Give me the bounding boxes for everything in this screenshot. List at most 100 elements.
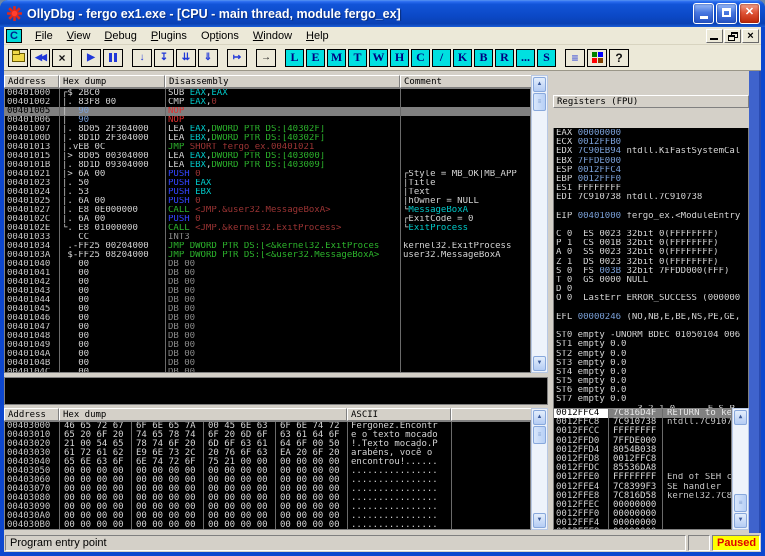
register-line[interactable] xyxy=(554,221,748,230)
disasm-instruction-cell[interactable]: DB 00 xyxy=(166,278,401,287)
mdi-restore-button[interactable] xyxy=(724,28,741,43)
disasm-row[interactable]: 00401048 00 DB 00 xyxy=(5,332,530,341)
disasm-hex-cell[interactable]: │. 53 xyxy=(60,188,166,197)
disasm-instruction-cell[interactable]: PUSH EAX xyxy=(166,179,401,188)
disasm-comment-cell[interactable]: │hOwner = NULL xyxy=(401,197,530,206)
disasm-comment-cell[interactable] xyxy=(401,161,530,170)
run-button[interactable]: ▶ xyxy=(81,48,101,67)
stack-comment-cell[interactable]: SE handler xyxy=(662,482,731,492)
disasm-instruction-cell[interactable]: LEA EBX,DWORD PTR DS:[403009] xyxy=(166,161,401,170)
stack-comment-cell[interactable] xyxy=(662,510,731,520)
disasm-address-cell[interactable]: 00401041 xyxy=(5,269,60,278)
disasm-hex-cell[interactable]: │> 8D05 00304000 xyxy=(60,152,166,161)
view-cpu-button[interactable]: C xyxy=(411,48,430,67)
disasm-instruction-cell[interactable]: JMP DWORD PTR DS:[<&user32.MessageBoxA> xyxy=(166,251,401,260)
disasm-instruction-cell[interactable]: DB 00 xyxy=(166,359,401,368)
dump-col-ascii[interactable]: ASCII xyxy=(347,408,451,421)
disasm-row[interactable]: 00401007 │. 8D05 2F304000 LEA EAX,DWORD PT… xyxy=(5,125,530,134)
disasm-address-cell[interactable]: 00401021 xyxy=(5,170,60,179)
disasm-row[interactable]: 00401002 │. 83F8 00 CMP EAX,0 xyxy=(5,98,530,107)
dump-hex-group[interactable]: 00 00 00 00 xyxy=(204,521,276,529)
disasm-address-cell[interactable]: 00401033 xyxy=(5,233,60,242)
disasm-hex-cell[interactable]: 00 xyxy=(60,314,166,323)
disasm-instruction-cell[interactable]: JMP SHORT fergo_ex.00401021 xyxy=(166,143,401,152)
disasm-row[interactable]: 00401023 │. 50 PUSH EAX │Title xyxy=(5,179,530,188)
disassembly-scrollbar[interactable]: ▲ ≡ ▼ xyxy=(531,75,548,373)
stack-scrollbar[interactable]: ▲ ≡ ▼ xyxy=(732,408,749,530)
disasm-hex-cell[interactable]: │ 90 xyxy=(60,116,166,125)
stack-body[interactable]: 0012FFC4 7C816D4F RETURN to ke 0012FFC8 7C91… xyxy=(553,408,732,530)
disasm-hex-cell[interactable]: │. 8D1D 2F304000 xyxy=(60,134,166,143)
menu-window[interactable]: Window xyxy=(246,28,299,44)
disasm-instruction-cell[interactable]: CALL <JMP.&kernel32.ExitProcess> xyxy=(166,224,401,233)
scroll-up-icon[interactable]: ▲ xyxy=(734,410,747,425)
disasm-hex-cell[interactable]: $-FF25 08204000 xyxy=(60,251,166,260)
mdi-minimize-button[interactable] xyxy=(706,28,723,43)
disasm-address-cell[interactable]: 00401045 xyxy=(5,305,60,314)
disasm-hex-cell[interactable]: 00 xyxy=(60,350,166,359)
disasm-comment-cell[interactable] xyxy=(401,107,530,116)
stack-comment-cell[interactable] xyxy=(662,500,731,511)
disasm-address-cell[interactable]: 0040103A xyxy=(5,251,60,260)
disasm-address-cell[interactable]: 00401005 xyxy=(5,107,60,116)
stack-address-cell[interactable]: 0012FFF8 xyxy=(554,528,608,529)
minimize-button[interactable] xyxy=(693,3,714,24)
disasm-comment-cell[interactable] xyxy=(401,98,530,107)
disasm-hex-cell[interactable]: │. 83F8 00 xyxy=(60,98,166,107)
register-line[interactable]: ECX 0012FFB0 xyxy=(554,138,748,147)
disasm-instruction-cell[interactable]: CALL <JMP.&user32.MessageBoxA> xyxy=(166,206,401,215)
view-breakpoints-button[interactable]: B xyxy=(474,48,493,67)
disasm-row[interactable]: 00401025 │. 6A 00 PUSH 0 │hOwner = NULL xyxy=(5,197,530,206)
disasm-address-cell[interactable]: 00401027 xyxy=(5,206,60,215)
scroll-thumb[interactable]: ≡ xyxy=(533,426,546,444)
stack-comment-cell[interactable]: kernel32.7C8 xyxy=(662,491,731,501)
disasm-instruction-cell[interactable]: DB 00 xyxy=(166,341,401,350)
disasm-comment-cell[interactable]: │Text xyxy=(401,188,530,197)
col-hexdump[interactable]: Hex dump xyxy=(59,75,165,88)
dump-hex-group[interactable]: 00 00 00 00 xyxy=(60,521,132,529)
disasm-instruction-cell[interactable]: PUSH EBX xyxy=(166,188,401,197)
scroll-down-icon[interactable]: ▼ xyxy=(734,513,747,528)
view-patches-button[interactable]: / xyxy=(432,48,451,67)
register-line[interactable]: T 0 GS 0000 NULL xyxy=(554,276,748,285)
scroll-thumb[interactable]: ≡ xyxy=(734,494,747,512)
stack-comment-cell[interactable] xyxy=(662,427,731,437)
go-to-address-button[interactable]: → xyxy=(256,48,276,67)
disasm-instruction-cell[interactable]: NOP xyxy=(166,116,401,125)
disasm-comment-cell[interactable] xyxy=(401,143,530,152)
memory-dump-pane[interactable]: 00403000 46 65 72 67 6F 6E 65 7A 00 45 6E 6… xyxy=(4,421,531,530)
disasm-row[interactable]: 00401042 00 DB 00 xyxy=(5,278,530,287)
disasm-instruction-cell[interactable]: INT3 xyxy=(166,233,401,242)
disasm-instruction-cell[interactable]: PUSH 0 xyxy=(166,197,401,206)
register-line[interactable]: EFL 00000246 (NO,NB,E,BE,NS,PE,GE, xyxy=(554,313,748,322)
col-comment[interactable]: Comment xyxy=(400,75,531,88)
register-line[interactable]: ST7 empty 0.0 xyxy=(554,395,748,404)
menu-debug[interactable]: Debug xyxy=(97,28,143,44)
view-handles-button[interactable]: H xyxy=(390,48,409,67)
register-line[interactable]: ST5 empty 0.0 xyxy=(554,377,748,386)
dump-address-cell[interactable]: 004030B0 xyxy=(5,521,60,529)
disasm-instruction-cell[interactable]: NOP xyxy=(166,107,401,116)
disasm-row[interactable]: 00401045 00 DB 00 xyxy=(5,305,530,314)
disasm-instruction-cell[interactable]: CMP EAX,0 xyxy=(166,98,401,107)
disasm-address-cell[interactable]: 00401040 xyxy=(5,260,60,269)
disasm-comment-cell[interactable] xyxy=(401,260,530,269)
disasm-comment-cell[interactable]: user32.MessageBoxA xyxy=(401,251,530,260)
disasm-comment-cell[interactable] xyxy=(401,89,530,98)
register-line[interactable]: EIP 00401000 fergo_ex.<ModuleEntry xyxy=(554,212,748,221)
view-run-trace-button[interactable]: ... xyxy=(516,48,535,67)
disasm-address-cell[interactable]: 0040101B xyxy=(5,161,60,170)
scroll-down-icon[interactable]: ▼ xyxy=(533,513,546,528)
disasm-hex-cell[interactable]: │. 8D1D 09304000 xyxy=(60,161,166,170)
disasm-address-cell[interactable]: 0040102C xyxy=(5,215,60,224)
disasm-row[interactable]: 00401046 00 DB 00 xyxy=(5,314,530,323)
stack-comment-cell[interactable] xyxy=(662,464,731,474)
disasm-address-cell[interactable]: 0040104B xyxy=(5,359,60,368)
disasm-comment-cell[interactable] xyxy=(401,323,530,332)
disasm-hex-cell[interactable]: │. 50 xyxy=(60,179,166,188)
disasm-hex-cell[interactable]: 00 xyxy=(60,296,166,305)
disasm-row[interactable]: 0040104A 00 DB 00 xyxy=(5,350,530,359)
view-log-button[interactable]: L xyxy=(285,48,304,67)
register-line[interactable]: C 0 ES 0023 32bit 0(FFFFFFFF) xyxy=(554,230,748,239)
disasm-comment-cell[interactable]: kernel32.ExitProcess xyxy=(401,242,530,251)
